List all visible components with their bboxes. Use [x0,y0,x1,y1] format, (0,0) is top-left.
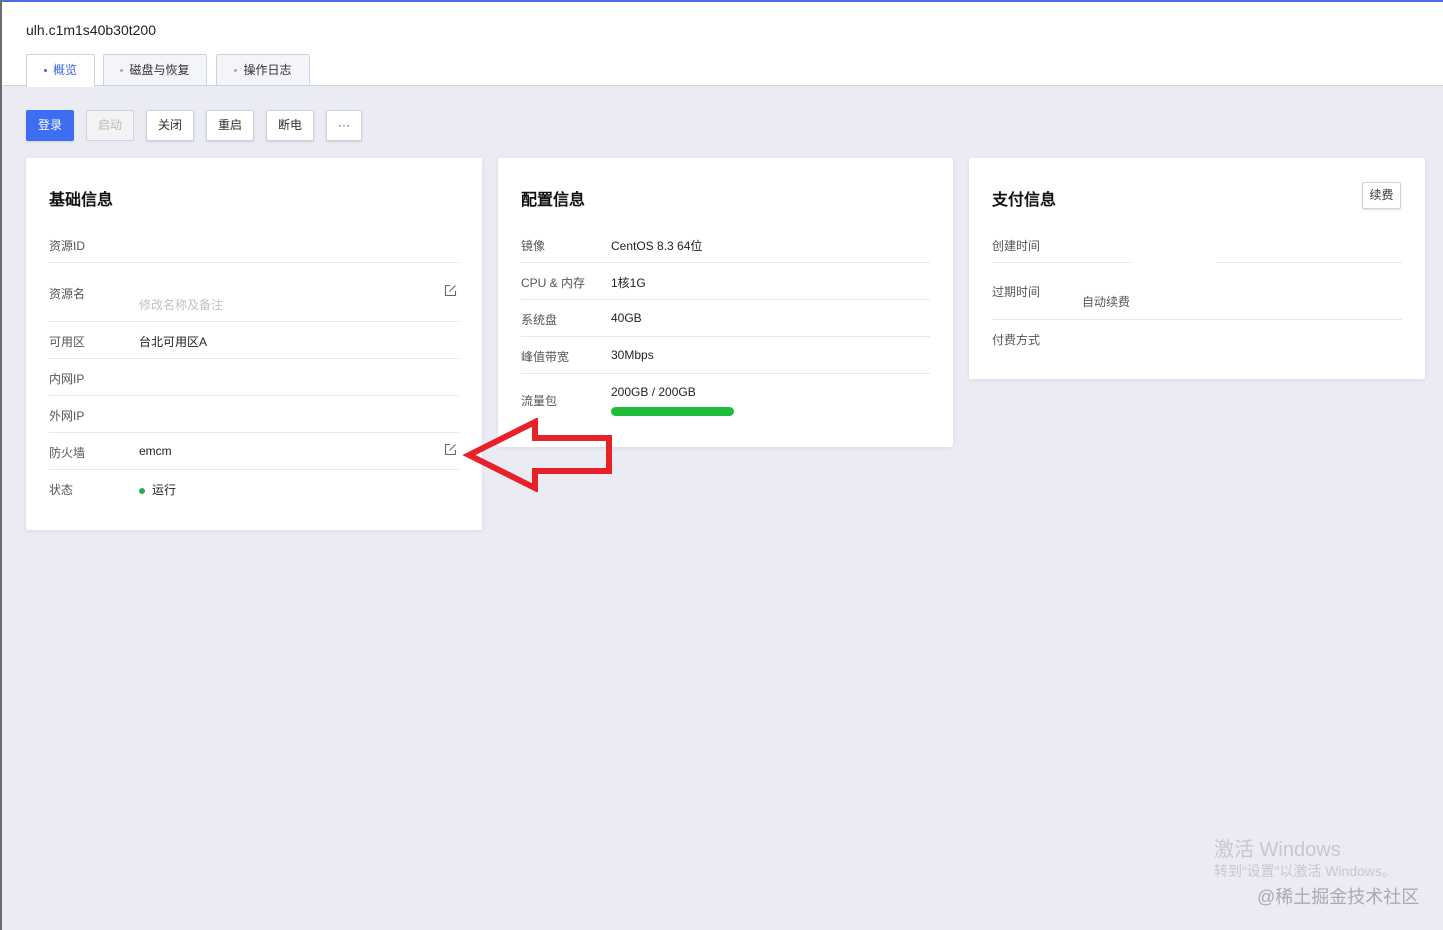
basic-info-card: 基础信息 资源ID 资源名 修改名称及备注 可用区 台北可用区A 内网IP 外网… [26,158,482,530]
zone-value: 台北可用区A [139,335,208,349]
tab-label: 磁盘与恢复 [129,63,190,77]
restart-button[interactable]: 重启 [206,110,254,141]
system-disk-value: 40GB [611,311,642,325]
instance-title: ulh.c1m1s40b30t200 [26,22,156,38]
image-label: 镜像 [521,239,546,253]
windows-activate-title: 激活 Windows [1214,839,1341,861]
system-disk-label: 系统盘 [521,313,558,327]
tab-disk-recovery[interactable]: 磁盘与恢复 [103,54,207,85]
more-actions-button[interactable]: ··· [326,110,362,141]
traffic-label: 流量包 [521,394,558,408]
tab-dot-icon [43,69,47,73]
status-row: 状态 运行 [49,470,459,507]
system-disk-row: 系统盘 40GB [521,300,930,337]
cpu-mem-value: 1核1G [611,276,646,290]
tab-dot-icon [234,69,238,73]
cpu-mem-row: CPU & 内存 1核1G [521,263,930,300]
image-value: CentOS 8.3 64位 [611,239,703,253]
tab-label: 操作日志 [243,63,292,77]
status-running-icon [139,487,145,494]
tab-operation-log[interactable]: 操作日志 [216,54,310,85]
public-ip-row: 外网IP [49,396,459,433]
firewall-label: 防火墙 [49,446,86,460]
public-ip-label: 外网IP [49,409,85,423]
page-header: ulh.c1m1s40b30t200 概览 磁盘与恢复 操作日志 [2,2,1443,87]
payment-info-title: 支付信息 [992,192,1057,209]
status-label: 状态 [49,483,74,497]
payment-info-card: 支付信息 续费 创建时间 过期时间 自动续费 付费方式 [969,158,1425,379]
cpu-mem-label: CPU & 内存 [521,276,586,290]
zone-label: 可用区 [49,335,86,349]
payment-method-row: 付费方式 [992,320,1402,357]
credit-watermark: @稀土掘金技术社区 [1257,887,1420,907]
status-value: 运行 [139,481,176,498]
renew-button[interactable]: 续费 [1362,182,1401,209]
tab-overview[interactable]: 概览 [26,54,95,87]
expire-time-row: 过期时间 自动续费 [992,263,1402,320]
bandwidth-label: 峰值带宽 [521,350,570,364]
login-button[interactable]: 登录 [26,110,74,141]
left-border [0,0,2,930]
resource-name-row: 资源名 修改名称及备注 [49,263,459,322]
tab-dot-icon [120,69,124,73]
traffic-value: 200GB / 200GB [611,385,696,399]
payment-method-label: 付费方式 [992,333,1041,347]
resource-name-label: 资源名 [49,287,86,301]
private-ip-row: 内网IP [49,359,459,396]
start-button: 启动 [86,110,134,141]
bandwidth-row: 峰值带宽 30Mbps [521,337,930,374]
config-info-title: 配置信息 [521,192,586,209]
expire-time-label: 过期时间 [992,285,1041,299]
firewall-row: 防火墙 emcm [49,433,459,470]
resource-id-label: 资源ID [49,239,86,253]
firewall-value: emcm [139,444,172,458]
resource-id-row: 资源ID [49,226,459,263]
status-text: 运行 [152,483,177,497]
stop-button[interactable]: 关闭 [146,110,194,141]
power-off-button[interactable]: 断电 [266,110,314,141]
config-info-card: 配置信息 镜像 CentOS 8.3 64位 CPU & 内存 1核1G 系统盘… [498,158,953,447]
created-time-label: 创建时间 [992,239,1041,253]
windows-activate-subtitle: 转到“设置”以激活 Windows。 [1214,863,1397,879]
traffic-progress-bar [611,407,734,416]
edit-icon[interactable] [444,284,457,297]
zone-row: 可用区 台北可用区A [49,322,459,359]
created-time-row: 创建时间 [992,226,1402,263]
tab-label: 概览 [52,63,77,77]
private-ip-label: 内网IP [49,372,85,386]
auto-renew-text: 自动续费 [1082,295,1131,309]
image-row: 镜像 CentOS 8.3 64位 [521,226,930,263]
bandwidth-value: 30Mbps [611,348,654,362]
edit-icon[interactable] [444,443,457,456]
basic-info-title: 基础信息 [49,192,114,209]
resource-name-hint: 修改名称及备注 [139,298,224,312]
red-arrow-annotation [463,418,612,492]
